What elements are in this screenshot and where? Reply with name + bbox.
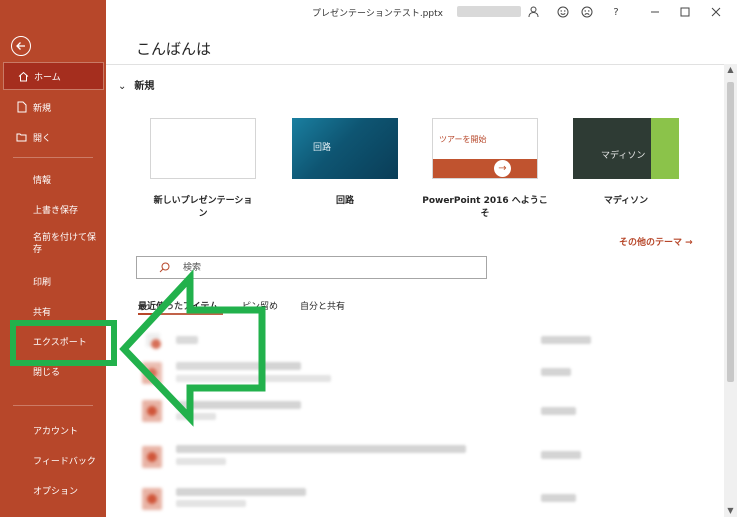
sidebar-item-label: エクスポート — [33, 337, 87, 348]
template-thumb-text: マディソン — [601, 151, 646, 161]
scrollbar-thumb[interactable] — [727, 82, 734, 382]
table-row[interactable] — [136, 394, 721, 430]
sidebar-item-options[interactable]: オプション — [0, 475, 106, 505]
file-icon — [142, 446, 162, 468]
sidebar-item-save-as[interactable]: 名前を付けて保存 — [0, 230, 104, 262]
sidebar-item-label: アカウント — [33, 426, 79, 437]
active-tab-indicator — [138, 313, 223, 315]
header-divider — [106, 64, 724, 65]
file-icon — [142, 488, 162, 510]
sidebar-item-feedback[interactable]: フィードバック — [0, 445, 106, 475]
sidebar-item-export[interactable]: エクスポート — [0, 326, 106, 356]
backstage-sidebar: ホーム 新規 開く 情報 上書き保存 名前を付けて保存 印刷 共有 エクスポート… — [0, 0, 106, 517]
tab-recent[interactable]: 最近使ったアイテム — [138, 299, 218, 312]
close-icon[interactable] — [708, 4, 724, 20]
template-label[interactable]: マディソン — [573, 193, 679, 206]
home-icon — [17, 70, 29, 82]
template-label[interactable]: 回路 — [292, 193, 398, 206]
sidebar-divider — [13, 157, 93, 158]
template-thumb-text: 回路 — [313, 143, 332, 153]
template-blank-thumbnail[interactable] — [150, 118, 256, 179]
open-folder-icon — [16, 131, 28, 143]
powerpoint-backstage: ホーム 新規 開く 情報 上書き保存 名前を付けて保存 印刷 共有 エクスポート… — [0, 0, 737, 517]
minimize-icon[interactable] — [647, 4, 663, 20]
title-bar: プレゼンテーションテスト.pptx ? — [106, 0, 737, 26]
file-icon — [142, 400, 162, 422]
sidebar-item-print[interactable]: 印刷 — [0, 266, 106, 296]
table-row[interactable] — [136, 356, 721, 392]
sidebar-item-share[interactable]: 共有 — [0, 296, 106, 326]
scroll-up-icon[interactable]: ▲ — [724, 64, 737, 76]
sidebar-item-label: 新規 — [33, 103, 52, 114]
search-icon — [159, 262, 170, 276]
maximize-icon[interactable] — [677, 4, 693, 20]
template-tour-thumbnail[interactable]: ツアーを開始 → — [432, 118, 538, 179]
template-label[interactable]: PowerPoint 2016 へようこそ — [420, 193, 550, 219]
table-row[interactable] — [136, 440, 721, 476]
sidebar-item-label: オプション — [33, 486, 79, 497]
sidebar-item-label: 上書き保存 — [33, 205, 79, 216]
search-input[interactable] — [183, 260, 473, 275]
vertical-scrollbar[interactable]: ▲ ▼ — [724, 64, 737, 517]
recent-list-header — [136, 322, 721, 358]
account-icon[interactable] — [525, 4, 541, 20]
sidebar-divider — [13, 405, 93, 406]
template-madison-thumbnail[interactable]: マディソン — [573, 118, 679, 179]
sidebar-item-account[interactable]: アカウント — [0, 415, 106, 445]
sidebar-item-label: フィードバック — [33, 456, 96, 467]
table-row[interactable] — [136, 482, 721, 517]
tab-shared-with-me[interactable]: 自分と共有 — [300, 299, 345, 312]
sidebar-item-save[interactable]: 上書き保存 — [0, 194, 106, 224]
tour-banner — [433, 159, 537, 178]
search-box[interactable] — [136, 256, 487, 279]
more-themes-link[interactable]: その他のテーマ → — [619, 235, 693, 248]
frown-feedback-icon[interactable] — [579, 4, 595, 20]
new-section-header[interactable]: ⌄ 新規 — [118, 77, 154, 92]
sidebar-item-label: 印刷 — [33, 277, 52, 288]
template-label[interactable]: 新しいプレゼンテーション — [150, 193, 256, 219]
madison-accent — [651, 118, 679, 179]
sidebar-item-close[interactable]: 閉じる — [0, 356, 106, 386]
arrow-right-icon: → — [494, 160, 511, 177]
file-icon — [142, 362, 162, 384]
template-circuit-thumbnail[interactable]: 回路 — [292, 118, 398, 179]
sidebar-item-label: 共有 — [33, 307, 52, 318]
sidebar-item-label: 閉じる — [33, 367, 61, 378]
tab-pinned[interactable]: ピン留め — [242, 299, 278, 312]
new-section-label: 新規 — [134, 81, 155, 92]
new-file-icon — [16, 101, 28, 113]
sidebar-item-label: 情報 — [33, 175, 52, 186]
user-name-redacted — [457, 6, 521, 17]
greeting-heading: こんばんは — [136, 40, 212, 58]
file-type-icon — [146, 333, 161, 349]
chevron-down-icon: ⌄ — [118, 81, 127, 92]
back-arrow-icon[interactable] — [11, 36, 31, 56]
template-thumb-text: ツアーを開始 — [439, 135, 487, 144]
sidebar-item-label: ホーム — [34, 72, 61, 83]
help-icon[interactable]: ? — [608, 4, 624, 20]
sidebar-item-label: 名前を付けて保存 — [33, 233, 97, 255]
sidebar-item-open[interactable]: 開く — [0, 122, 106, 152]
sidebar-item-info[interactable]: 情報 — [0, 164, 106, 194]
sidebar-item-new[interactable]: 新規 — [0, 92, 106, 122]
smile-feedback-icon[interactable] — [555, 4, 571, 20]
window-title: プレゼンテーションテスト.pptx — [312, 9, 443, 19]
sidebar-item-label: 開く — [33, 133, 52, 144]
sidebar-item-home[interactable]: ホーム — [3, 62, 104, 90]
scroll-down-icon[interactable]: ▼ — [724, 505, 737, 517]
